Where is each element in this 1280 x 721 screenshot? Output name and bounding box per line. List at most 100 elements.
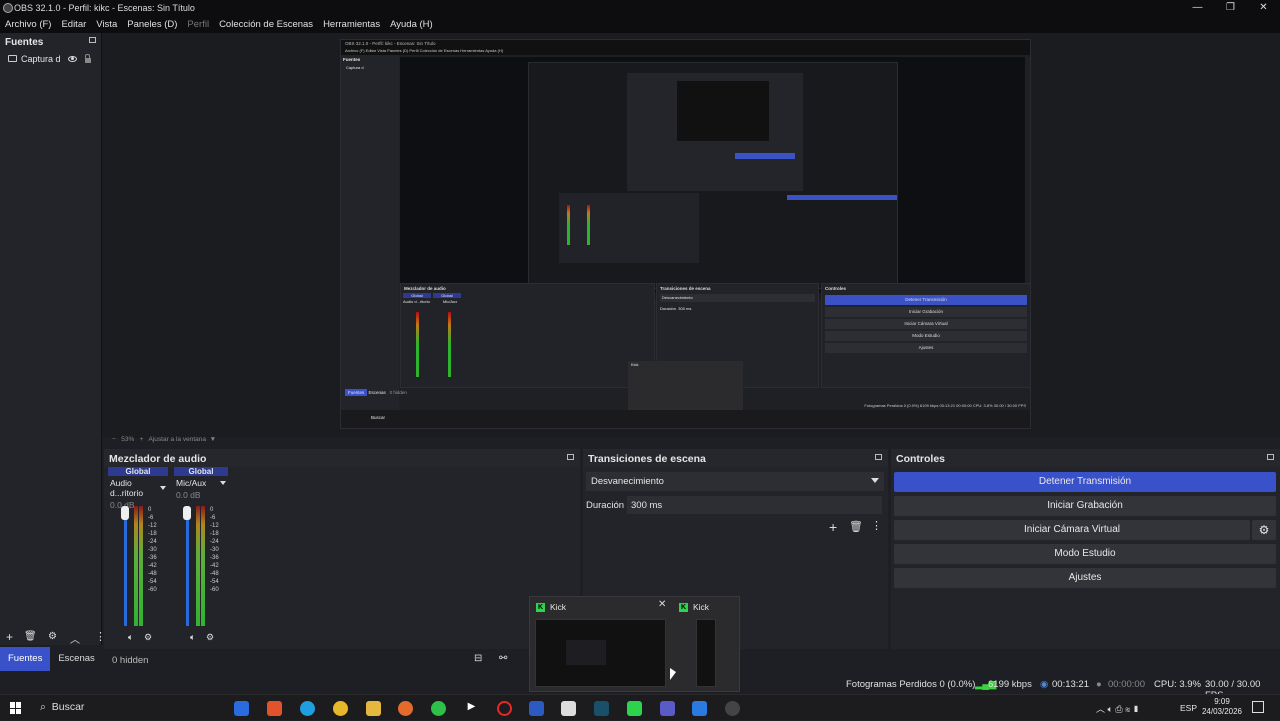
kick-icon: K	[536, 602, 545, 612]
transitions-title: Transiciones de escena	[588, 453, 706, 465]
add-icon[interactable]: +	[829, 519, 837, 535]
fit-dropdown-icon[interactable]: ▼	[210, 436, 216, 443]
channel-name[interactable]: Mic/Aux	[174, 476, 228, 490]
start-virtual-camera-button[interactable]: Iniciar Cámara Virtual	[894, 520, 1250, 540]
undock-icon[interactable]	[875, 454, 882, 460]
controls-dock: Controles Detener Transmisión Iniciar Gr…	[891, 449, 1280, 649]
menu-editar[interactable]: Editar	[61, 19, 86, 30]
taskbar-preview-popup: K Kick ✕ K Kick	[529, 596, 740, 692]
add-source-icon[interactable]: +	[6, 630, 13, 644]
studio-mode-button[interactable]: Modo Estudio	[894, 544, 1276, 564]
tray-icons[interactable]: ︿ 🔈︎ ⎙ ≋ ▮	[1096, 702, 1140, 715]
channel-scope: Global	[108, 467, 168, 476]
volume-slider-knob[interactable]	[121, 506, 129, 520]
chrome-icon[interactable]	[333, 701, 348, 716]
app-icon[interactable]	[561, 701, 576, 716]
volume-slider-knob[interactable]	[183, 506, 191, 520]
layout-icon[interactable]: ⊟	[474, 653, 482, 664]
undock-icon[interactable]	[89, 37, 96, 43]
bitrate: 6199 kbps	[988, 679, 1032, 690]
channel-mic-aux: Global Mic/Aux 0.0 dB	[174, 467, 228, 500]
windows-start-icon[interactable]	[10, 702, 22, 714]
word-icon[interactable]	[529, 701, 544, 716]
gear-icon[interactable]: ⚙︎	[144, 632, 152, 643]
notification-icon[interactable]	[1252, 701, 1264, 713]
menu-herramientas[interactable]: Herramientas	[323, 19, 380, 30]
whatsapp-icon[interactable]	[431, 701, 446, 716]
chevron-down-icon[interactable]	[160, 486, 166, 490]
zoom-in-button[interactable]: +	[140, 436, 144, 443]
menu-archivo[interactable]: Archivo (F)	[5, 19, 51, 30]
gear-icon[interactable]: ⚙︎	[206, 632, 214, 643]
menu-ayuda[interactable]: Ayuda (H)	[390, 19, 433, 30]
stop-stream-button[interactable]: Detener Transmisión	[894, 472, 1276, 492]
speaker-icon[interactable]: 🔈︎	[128, 632, 133, 643]
tab-scenes[interactable]: Escenas	[50, 647, 102, 671]
nested-transitions-title: Transiciones de escena	[660, 286, 711, 291]
chevron-down-icon[interactable]	[220, 481, 226, 485]
source-item[interactable]: Captura d	[0, 50, 101, 67]
nested-trans-select: Desvanecimiento	[660, 294, 815, 302]
firefox-icon[interactable]	[398, 701, 413, 716]
close-icon[interactable]: ✕	[658, 599, 666, 610]
transitions-header: Transiciones de escena	[583, 449, 888, 467]
chevron-up-icon[interactable]: ︿	[70, 631, 80, 646]
popup-thumbnail-1[interactable]	[535, 619, 666, 687]
tab-sources[interactable]: Fuentes	[0, 647, 51, 671]
volume-slider-track[interactable]	[183, 506, 191, 626]
nested-inner3	[677, 81, 769, 141]
nested-ch2: Mic/Aux	[443, 299, 458, 304]
zoom-out-button[interactable]: −	[112, 436, 116, 443]
teams-icon[interactable]	[660, 701, 675, 716]
opera-icon[interactable]	[497, 701, 512, 716]
edge-icon[interactable]	[300, 701, 315, 716]
channel-scope: Global	[174, 467, 228, 476]
link-icon[interactable]: ⚯	[499, 653, 507, 664]
transition-select[interactable]: Desvanecimiento	[586, 472, 884, 491]
visibility-eye-icon[interactable]	[67, 55, 77, 62]
nested-controls-title: Controles	[825, 286, 847, 291]
media-icon[interactable]: ▶	[464, 701, 479, 716]
channel-name[interactable]: Audio d...ritorio	[108, 476, 168, 500]
speaker-icon[interactable]: 🔈︎	[190, 632, 195, 643]
audio-mixer-header: Mezclador de audio	[104, 449, 580, 467]
more-icon[interactable]: ⋮	[95, 630, 106, 643]
gear-icon[interactable]: ⚙︎	[48, 631, 57, 642]
more-icon[interactable]: ⋮	[871, 519, 882, 532]
taskbar-search[interactable]: ⌕ Buscar	[32, 695, 227, 721]
kick-taskbar-icon[interactable]	[627, 701, 642, 716]
minimize-button[interactable]: —	[1181, 0, 1214, 16]
channel-desktop-audio: Global Audio d...ritorio 0.0 dB	[108, 467, 168, 510]
start-recording-button[interactable]: Iniciar Grabación	[894, 496, 1276, 516]
nested-ch1: Audio d...ritorio	[403, 299, 430, 304]
obs-taskbar-icon[interactable]	[725, 701, 740, 716]
menu-vista[interactable]: Vista	[96, 19, 117, 30]
app2-icon[interactable]	[692, 701, 707, 716]
language-indicator[interactable]: ESP	[1180, 703, 1197, 713]
copilot-icon[interactable]	[234, 701, 249, 716]
lock-icon[interactable]	[84, 54, 91, 63]
maximize-button[interactable]: ❐	[1214, 0, 1247, 16]
dropped-frames: Fotogramas Perdidos 0 (0.0%)	[846, 679, 976, 690]
nested-controls: Controles Detener Transmisión Iniciar Gr…	[821, 283, 1031, 388]
menu-perfil[interactable]: Perfil	[187, 19, 209, 30]
terminal-icon[interactable]	[594, 701, 609, 716]
settings-button[interactable]: Ajustes	[894, 568, 1276, 588]
duration-input[interactable]: 300 ms	[627, 496, 882, 514]
undock-icon[interactable]	[567, 454, 574, 460]
volume-slider-track[interactable]	[121, 506, 129, 626]
trash-icon[interactable]: 🗑︎	[24, 631, 37, 642]
menu-paneles[interactable]: Paneles (D)	[127, 19, 177, 30]
fit-label[interactable]: Ajustar a la ventana	[149, 436, 206, 443]
file-explorer-icon[interactable]	[366, 701, 381, 716]
nested-inner2	[627, 73, 803, 191]
menu-coleccion[interactable]: Colección de Escenas	[219, 19, 313, 30]
brave-icon[interactable]	[267, 701, 282, 716]
virtual-camera-settings-gear-icon[interactable]: ⚙︎	[1252, 520, 1276, 540]
undock-icon[interactable]	[1267, 454, 1274, 460]
popup-thumbnail-2[interactable]	[696, 619, 716, 687]
clock[interactable]: 9:09 24/03/2026	[1201, 697, 1243, 717]
nested-inner	[528, 62, 898, 289]
close-button[interactable]: ✕	[1247, 0, 1280, 16]
trash-icon[interactable]: 🗑︎	[849, 520, 863, 533]
